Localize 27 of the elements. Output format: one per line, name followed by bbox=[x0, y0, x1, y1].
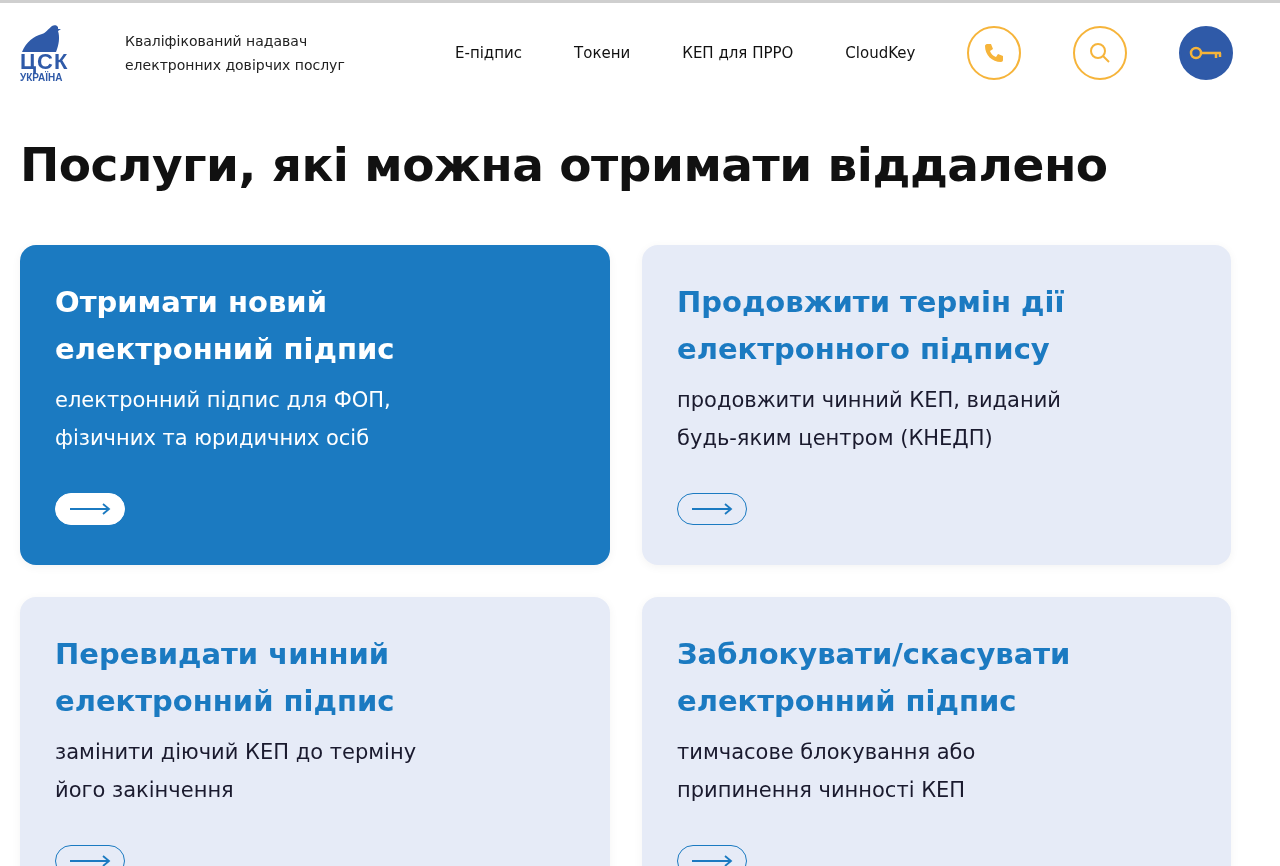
service-card[interactable]: Заблокувати/скасувати електронний підпис тимчасове блокування або припинення чинності КЕП bbox=[642, 597, 1231, 866]
logo-text: ЦСК bbox=[20, 51, 69, 72]
tagline: Кваліфікований надавач електронних довірчих послуг bbox=[125, 32, 346, 75]
arrow-right-icon bbox=[69, 503, 111, 515]
card-title: Перевидати чинний електронний підпис bbox=[55, 636, 396, 720]
card-description: замінити діючий КЕП до терміну його закінчення bbox=[55, 739, 418, 804]
nav-link[interactable]: Токени bbox=[574, 44, 631, 62]
logo[interactable]: ЦСК УКРАЇНА bbox=[20, 23, 125, 83]
nav-link[interactable]: CloudKey bbox=[845, 44, 916, 62]
key-button[interactable] bbox=[1179, 26, 1234, 80]
service-card[interactable]: Отримати новий електронний підпис електронний підпис для ФОП, фізичних та юридичних осіб bbox=[20, 245, 610, 565]
card-description: електронний підпис для ФОП, фізичних та юридичних осіб bbox=[55, 387, 392, 452]
arrow-right-icon bbox=[691, 503, 733, 515]
nav-link[interactable]: КЕП для ПРРО bbox=[682, 44, 794, 62]
card-title: Заблокувати/скасувати електронний підпис bbox=[677, 636, 1072, 720]
nav-link[interactable]: Е-підпис bbox=[455, 44, 523, 62]
service-card[interactable]: Продовжити термін дії електронного підпису продовжити чинний КЕП, виданий будь-яким центром (КНЕДП) bbox=[642, 245, 1231, 565]
card-description: тимчасове блокування або припинення чинності КЕП bbox=[677, 739, 977, 804]
card-description: продовжити чинний КЕП, виданий будь-яким центром (КНЕДП) bbox=[677, 387, 1063, 452]
page-title: Послуги, які можна отримати віддалено bbox=[20, 136, 1109, 194]
service-card[interactable]: Перевидати чинний електронний підпис замінити діючий КЕП до терміну його закінчення bbox=[20, 597, 610, 866]
arrow-right-icon bbox=[69, 855, 111, 866]
card-title: Отримати новий електронний підпис bbox=[55, 284, 396, 368]
card-title: Продовжити термін дії електронного підпису bbox=[677, 284, 1066, 368]
arrow-right-icon bbox=[691, 855, 733, 866]
logo-subtext: УКРАЇНА bbox=[20, 71, 63, 83]
key-icon bbox=[1189, 45, 1224, 61]
